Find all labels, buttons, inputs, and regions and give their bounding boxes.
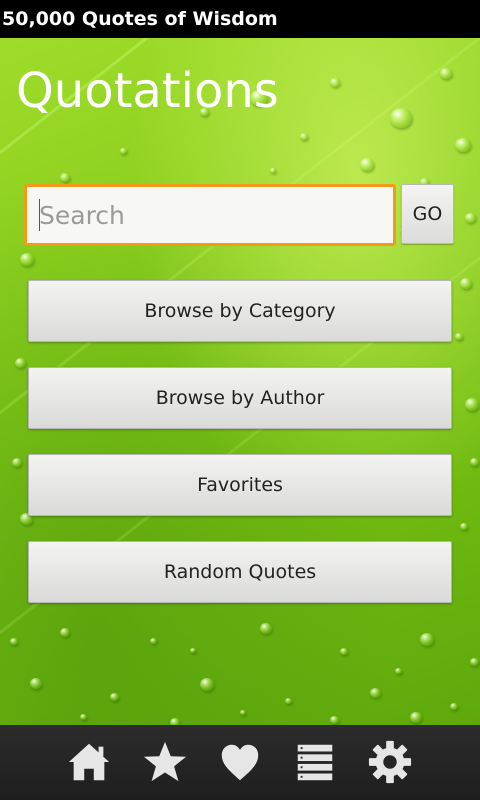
favorites-button[interactable]: Favorites [28, 454, 452, 516]
browse-category-button[interactable]: Browse by Category [28, 280, 452, 342]
water-drop [110, 693, 119, 701]
water-drop [330, 78, 340, 87]
window-title: 50,000 Quotes of Wisdom [0, 0, 480, 38]
bottom-nav-bar [0, 725, 480, 800]
water-drop [390, 108, 412, 128]
water-drop [455, 333, 463, 340]
water-drop [10, 638, 18, 645]
water-drop [270, 168, 276, 173]
app-screen: 50,000 Quotes of Wisdom Quotations GO Br… [0, 0, 480, 800]
water-drop [20, 253, 34, 266]
text-cursor [39, 199, 40, 231]
browse-author-button[interactable]: Browse by Author [28, 367, 452, 429]
water-drop [60, 628, 70, 637]
water-drop [450, 703, 458, 710]
water-drop [370, 688, 381, 698]
water-drop [300, 133, 308, 140]
water-drop [340, 648, 348, 655]
random-quotes-button[interactable]: Random Quotes [28, 541, 452, 603]
gear-icon[interactable] [365, 737, 415, 787]
search-input[interactable] [24, 184, 396, 246]
water-drop [200, 678, 214, 691]
water-drop [465, 398, 479, 411]
water-drop [460, 278, 472, 289]
heart-icon[interactable] [215, 737, 265, 787]
water-drop [440, 68, 452, 79]
water-drop [30, 678, 42, 689]
star-icon[interactable] [140, 737, 190, 787]
go-button[interactable]: GO [401, 184, 454, 244]
water-drop [410, 712, 422, 723]
water-drop [260, 623, 272, 634]
water-drop [330, 716, 339, 724]
water-drop [395, 668, 402, 674]
home-icon[interactable] [64, 737, 114, 787]
list-icon[interactable] [290, 737, 340, 787]
water-drop [15, 358, 26, 368]
water-drop [60, 173, 70, 182]
water-drop [150, 638, 157, 644]
water-drop [360, 158, 374, 171]
water-drop [120, 148, 127, 154]
page-title: Quotations [16, 63, 279, 119]
water-drop [80, 714, 87, 720]
water-drop [190, 648, 196, 653]
water-drop [12, 458, 22, 467]
water-drop [170, 718, 180, 725]
water-drop [470, 658, 479, 666]
water-drop [420, 633, 434, 646]
water-drop [285, 698, 292, 704]
water-drop [460, 523, 468, 530]
water-drop [465, 213, 476, 223]
water-drop [240, 710, 246, 715]
water-drop [455, 138, 471, 152]
water-drop [470, 458, 479, 466]
